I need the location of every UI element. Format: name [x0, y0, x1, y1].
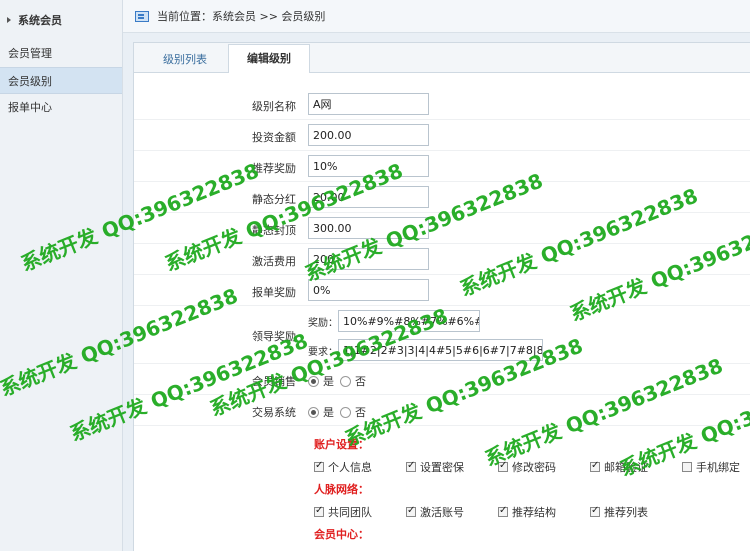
perm-activate-account[interactable]: 激活账号	[406, 504, 498, 520]
report-award-label: 报单奖励	[252, 286, 296, 299]
row-static-cap: 静态封顶	[134, 213, 750, 244]
breadcrumb-bar: 当前位置：系统会员 >> 会员级别	[123, 0, 750, 33]
row-recommend-award: 推荐奖励	[134, 151, 750, 182]
activation-fee-label: 激活费用	[252, 255, 296, 268]
invest-amount-input[interactable]	[308, 124, 429, 146]
member-sales-no-label: 否	[355, 375, 366, 388]
checkbox-label: 手机绑定	[696, 461, 740, 474]
leader-reward-label: 奖励：	[308, 318, 338, 329]
sidebar: 系统会员 会员管理 会员级别 报单中心	[0, 0, 123, 551]
perm-email-verify[interactable]: 邮箱验证	[590, 459, 682, 475]
trade-system-label: 交易系统	[252, 406, 296, 419]
perm-phone-bind[interactable]: 手机绑定	[682, 459, 750, 475]
tab-level-list[interactable]: 级别列表	[144, 46, 226, 72]
level-name-input[interactable]	[308, 93, 429, 115]
perm-personal-info[interactable]: 个人信息	[314, 459, 406, 475]
checkbox[interactable]	[406, 460, 416, 472]
perm-team[interactable]: 共同团队	[314, 504, 406, 520]
perm-recommend-list[interactable]: 推荐列表	[590, 504, 682, 520]
breadcrumb: 当前位置：系统会员 >> 会员级别	[157, 10, 326, 23]
row-level-name: 级别名称	[134, 89, 750, 120]
perm-change-password[interactable]: 修改密码	[498, 459, 590, 475]
static-cap-input[interactable]	[308, 217, 429, 239]
trade-system-yes-label: 是	[323, 406, 334, 419]
static-cap-label: 静态封顶	[252, 224, 296, 237]
checkbox-label: 推荐结构	[512, 506, 556, 519]
leader-reward-input[interactable]	[338, 310, 480, 332]
checkbox[interactable]	[498, 505, 508, 517]
sidebar-header[interactable]: 系统会员	[0, 0, 122, 40]
member-sales-label: 会员销售	[252, 375, 296, 388]
row-trade-system: 交易系统 是 否	[134, 395, 750, 426]
checkbox-label: 推荐列表	[604, 506, 648, 519]
trade-system-no-label: 否	[355, 406, 366, 419]
recommend-award-input[interactable]	[308, 155, 429, 177]
trade-system-yes-radio[interactable]	[308, 406, 319, 418]
account-checkbox-row: 个人信息 设置密保 修改密码 邮箱验证 手机绑定	[314, 459, 750, 475]
edit-panel: 级别列表 编辑级别 级别名称 投资金额 推荐奖励 静态分红 静态封顶 激活费用	[133, 42, 750, 551]
member-sales-no-radio[interactable]	[340, 375, 351, 387]
member-sales-radio-group: 是 否	[308, 373, 372, 389]
checkbox-label: 邮箱验证	[604, 461, 648, 474]
checkbox-label: 共同团队	[328, 506, 372, 519]
checkbox[interactable]	[590, 505, 600, 517]
row-leader-award: 领导奖励 奖励： 要求：	[134, 306, 750, 364]
activation-fee-input[interactable]	[308, 248, 429, 270]
leader-req-input[interactable]	[338, 339, 543, 361]
recommend-award-label: 推荐奖励	[252, 162, 296, 175]
leader-award-label: 领导奖励	[252, 330, 296, 343]
static-dividend-label: 静态分红	[252, 193, 296, 206]
network-checkbox-row: 共同团队 激活账号 推荐结构 推荐列表	[314, 504, 682, 520]
row-activation-fee: 激活费用	[134, 244, 750, 275]
checkbox[interactable]	[314, 505, 324, 517]
section-network: 人脉网络：	[314, 483, 369, 496]
section-member-center: 会员中心：	[314, 528, 369, 541]
invest-amount-label: 投资金额	[252, 131, 296, 144]
checkbox[interactable]	[498, 460, 508, 472]
leader-req-label: 要求：	[308, 347, 338, 358]
row-member-sales: 会员销售 是 否	[134, 364, 750, 395]
collapse-arrow-icon	[7, 17, 11, 23]
sidebar-header-label: 系统会员	[18, 14, 62, 27]
checkbox-label: 设置密保	[420, 461, 464, 474]
folder-icon	[135, 10, 149, 22]
static-dividend-input[interactable]	[308, 186, 429, 208]
perm-recommend-structure[interactable]: 推荐结构	[498, 504, 590, 520]
main-content: 当前位置：系统会员 >> 会员级别 级别列表 编辑级别 级别名称 投资金额 推荐…	[123, 0, 750, 551]
tab-edit-level[interactable]: 编辑级别	[228, 44, 310, 73]
tab-bar: 级别列表 编辑级别	[134, 43, 750, 73]
sidebar-item-member-level[interactable]: 会员级别	[0, 67, 122, 94]
perm-security-question[interactable]: 设置密保	[406, 459, 498, 475]
member-sales-yes-radio[interactable]	[308, 375, 319, 387]
sidebar-item-member-manage[interactable]: 会员管理	[0, 40, 122, 67]
checkbox[interactable]	[682, 462, 692, 472]
checkbox-label: 个人信息	[328, 461, 372, 474]
checkbox[interactable]	[314, 460, 324, 472]
row-invest-amount: 投资金额	[134, 120, 750, 151]
row-report-award: 报单奖励	[134, 275, 750, 306]
checkbox-label: 激活账号	[420, 506, 464, 519]
member-sales-yes-label: 是	[323, 375, 334, 388]
trade-system-no-radio[interactable]	[340, 406, 351, 418]
row-static-dividend: 静态分红	[134, 182, 750, 213]
checkbox[interactable]	[406, 505, 416, 517]
checkbox-label: 修改密码	[512, 461, 556, 474]
sidebar-item-report-center[interactable]: 报单中心	[0, 94, 122, 121]
checkbox[interactable]	[590, 460, 600, 472]
section-account-settings: 账户设置：	[314, 438, 369, 451]
level-name-label: 级别名称	[252, 100, 296, 113]
report-award-input[interactable]	[308, 279, 429, 301]
trade-system-radio-group: 是 否	[308, 404, 372, 420]
